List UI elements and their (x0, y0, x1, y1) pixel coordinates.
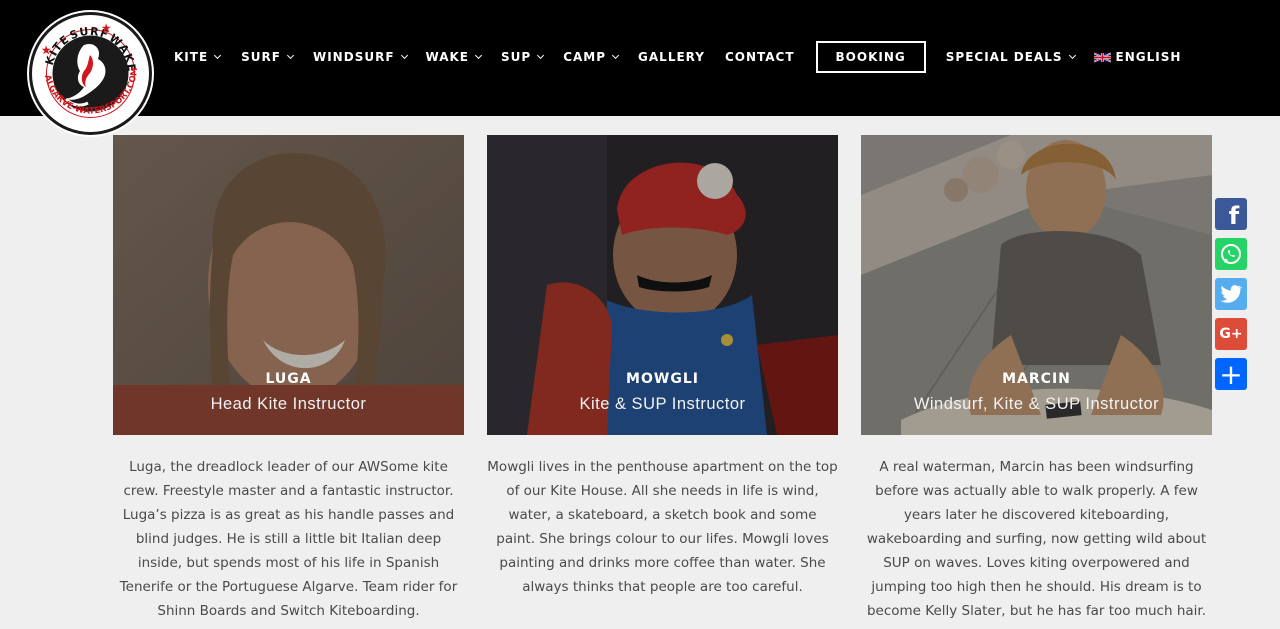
nav-item-label: SURF (241, 50, 281, 64)
nav-item-contact[interactable]: CONTACT (725, 50, 795, 64)
chevron-down-icon (214, 51, 222, 60)
google-plus-icon: G+ (1219, 326, 1243, 342)
team-member-name: MOWGLI (626, 371, 699, 387)
nav-item-label: GALLERY (638, 50, 705, 64)
site-header: KITE SURF WINDSURF WAKE SUP CAMP GALLERY… (0, 0, 1280, 116)
chevron-down-icon (474, 51, 483, 60)
share-more-button[interactable]: + (1215, 357, 1247, 391)
team-card-image-mowgli[interactable]: MOWGLI Kite & SUP Instructor (487, 135, 838, 435)
team-member-name: LUGA (265, 371, 312, 387)
twitter-icon (1220, 285, 1242, 303)
main-nav: KITE SURF WINDSURF WAKE SUP CAMP GALLERY… (174, 41, 1181, 73)
facebook-share-button[interactable]: f (1215, 198, 1247, 230)
facebook-icon: f (1228, 202, 1240, 230)
site-logo[interactable]: KITE SURF WAKE ALGARVE-WATERSPORT.COM (29, 12, 152, 135)
team-member-name: MARCIN (1002, 371, 1071, 387)
nav-item-special-deals[interactable]: SPECIAL DEALS (945, 50, 1076, 64)
google-plus-share-button[interactable]: G+ (1215, 318, 1247, 350)
nav-item-label: SUP (501, 50, 532, 64)
nav-item-label: WINDSURF (312, 50, 395, 64)
team-member-description: Luga, the dreadlock leader of our AWSome… (119, 459, 458, 619)
nav-item-label: CONTACT (724, 50, 795, 64)
team-card-image-marcin[interactable]: MARCIN Windsurf, Kite & SUP Instructor (861, 135, 1212, 435)
whatsapp-icon (1221, 244, 1241, 264)
logo-graphic: KITE SURF WAKE ALGARVE-WATERSPORT.COM (33, 16, 148, 131)
chevron-down-icon (1068, 51, 1076, 60)
nav-item-label: WAKE (425, 50, 469, 64)
booking-label: BOOKING (835, 50, 906, 64)
language-label: ENGLISH (1115, 50, 1182, 64)
image-overlay (861, 135, 1212, 435)
nav-item-label: CAMP (563, 50, 607, 64)
chevron-down-icon (400, 51, 408, 60)
nav-item-windsurf[interactable]: WINDSURF (312, 50, 408, 64)
team-member-description: A real waterman, Marcin has been windsur… (866, 459, 1207, 619)
nav-item-surf[interactable]: SURF (241, 50, 295, 64)
nav-item-label: KITE (174, 50, 209, 64)
nav-item-gallery[interactable]: GALLERY (638, 50, 705, 64)
team-member-role: Kite & SUP Instructor (579, 395, 746, 413)
share-icon: + (1219, 357, 1243, 391)
nav-item-wake[interactable]: WAKE (425, 50, 483, 64)
whatsapp-share-button[interactable] (1215, 238, 1247, 270)
booking-button[interactable]: BOOKING (815, 41, 926, 73)
nav-item-sup[interactable]: SUP (501, 50, 545, 64)
nav-item-kite[interactable]: KITE (174, 50, 222, 64)
language-switcher[interactable]: ENGLISH (1093, 50, 1182, 64)
team-member-role: Windsurf, Kite & SUP Instructor (913, 395, 1160, 413)
team-member-role: Head Kite Instructor (210, 395, 367, 413)
chevron-down-icon (537, 51, 545, 60)
chevron-down-icon (286, 51, 295, 60)
chevron-down-icon (611, 51, 620, 60)
image-overlay (487, 135, 838, 435)
nav-item-camp[interactable]: CAMP (563, 50, 620, 64)
image-overlay (113, 135, 464, 435)
nav-item-label: SPECIAL DEALS (945, 50, 1063, 64)
team-member-description: Mowgli lives in the penthouse apartment … (487, 459, 838, 595)
uk-flag-icon (1093, 51, 1111, 63)
twitter-share-button[interactable] (1215, 278, 1247, 310)
team-card-image-luga[interactable]: LUGA Head Kite Instructor (113, 135, 464, 435)
